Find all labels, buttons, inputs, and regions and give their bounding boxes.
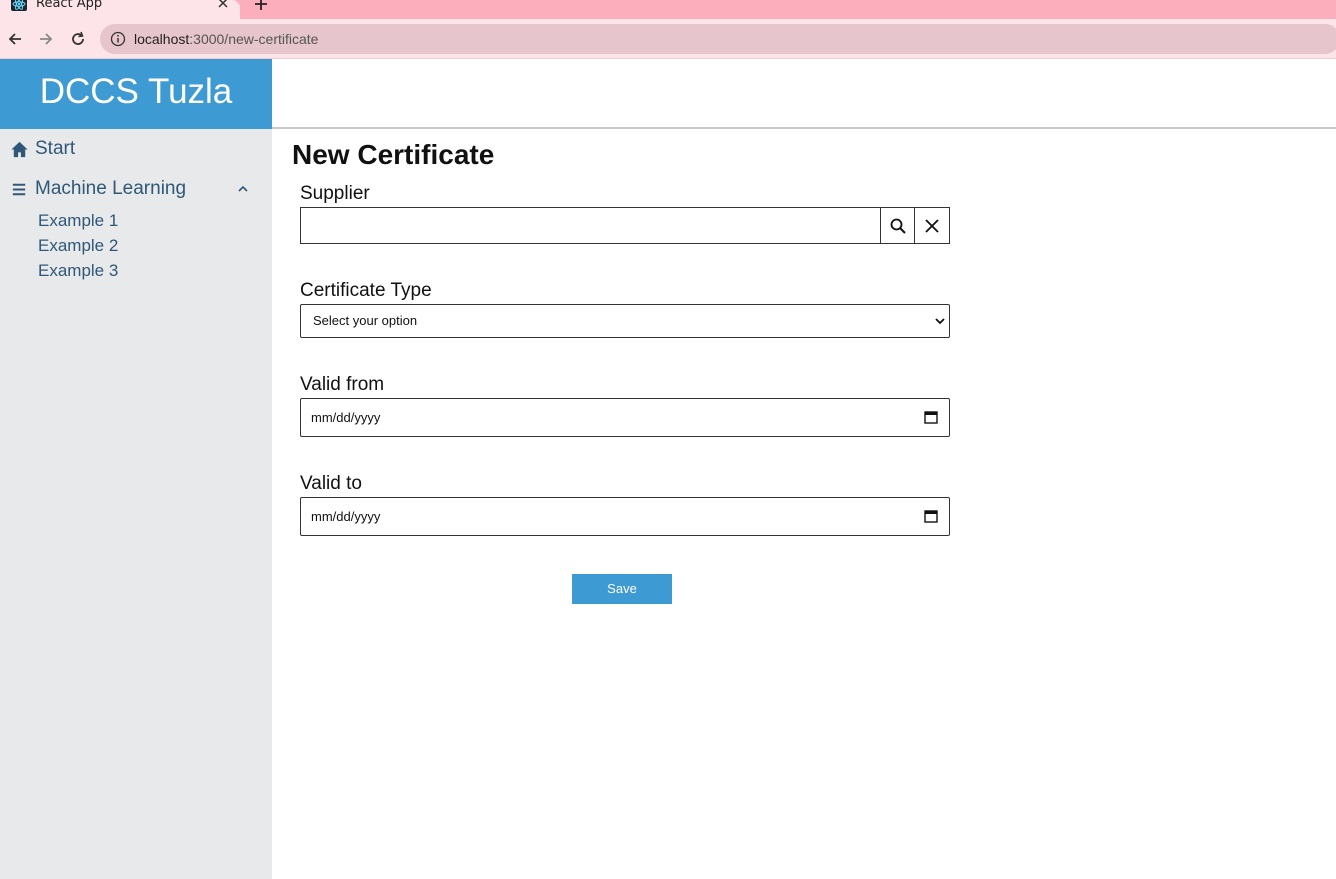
valid-to-input[interactable]: mm/dd/yyyy [300,497,950,536]
supplier-label: Supplier [300,183,370,204]
tab-title: React App [36,0,103,11]
sidebar-subitem-example-3[interactable]: Example 3 [38,261,118,281]
sidebar-item-label: Machine Learning [35,178,187,199]
save-button[interactable]: Save [572,574,672,604]
search-icon [890,218,906,234]
url-path: :3000/new-certificate [189,31,319,47]
sidebar-subitem-example-1[interactable]: Example 1 [38,211,118,231]
calendar-icon[interactable] [924,509,938,523]
reload-icon[interactable] [68,29,88,49]
calendar-icon[interactable] [924,410,938,424]
chevron-down-icon [935,318,945,325]
page-title: New Certificate [292,139,495,170]
sidebar-item-machine-learning[interactable]: Machine Learning [10,177,186,201]
sidebar-item-label: Start [35,138,76,159]
supplier-clear-button[interactable] [914,208,949,243]
forward-arrow-icon[interactable] [36,29,56,49]
back-arrow-icon[interactable] [5,29,25,49]
top-header-bar [272,59,1336,129]
valid-from-label: Valid from [300,374,385,395]
close-tab-icon[interactable] [217,0,229,9]
browser-toolbar: localhost:3000/new-certificate [0,19,1336,59]
valid-to-value: mm/dd/yyyy [311,509,381,524]
valid-from-value: mm/dd/yyyy [311,410,381,425]
new-tab-icon[interactable] [254,0,268,11]
chevron-up-icon[interactable] [236,182,250,196]
certificate-type-select[interactable]: Select your option [300,304,950,338]
certificate-type-label: Certificate Type [300,280,432,301]
close-icon [925,218,939,233]
supplier-search-button[interactable] [880,208,915,243]
browser-tab[interactable]: React App [0,0,240,19]
url-host: localhost [134,31,190,47]
brand-title: DCCS Tuzla [0,59,272,129]
supplier-input[interactable] [301,208,881,243]
valid-from-input[interactable]: mm/dd/yyyy [300,398,950,437]
sidebar-item-start[interactable]: Start [10,137,75,161]
certificate-type-value: Select your option [313,313,418,328]
home-icon [11,141,28,157]
sidebar: DCCS Tuzla Start Machine Learning Exampl… [0,59,272,879]
address-bar[interactable]: localhost:3000/new-certificate [100,24,1336,54]
site-info-icon[interactable] [110,31,126,47]
menu-icon [12,183,26,195]
react-logo-icon [11,0,27,11]
url-text: localhost:3000/new-certificate [134,30,318,48]
supplier-field [300,207,950,244]
sidebar-subitem-example-2[interactable]: Example 2 [38,236,118,256]
browser-tabstrip: React App [0,0,1336,19]
valid-to-label: Valid to [300,473,362,494]
